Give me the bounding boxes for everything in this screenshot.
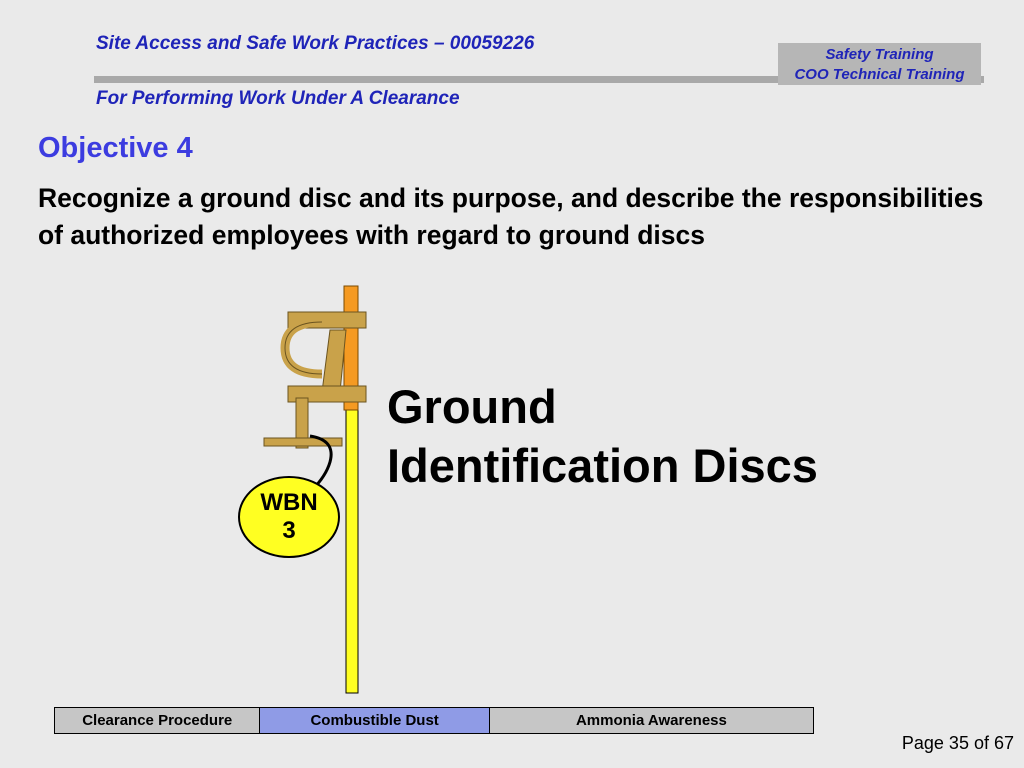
tab-ammonia-awareness[interactable]: Ammonia Awareness (488, 708, 813, 733)
disc-label-number: 3 (282, 517, 296, 544)
slide-main-title-line1: Ground (387, 380, 557, 433)
module-nav-tabs: Clearance Procedure Combustible Dust Amm… (54, 707, 814, 734)
tab-combustible-dust[interactable]: Combustible Dust (259, 708, 489, 733)
clamp-c-hook (280, 317, 323, 379)
ground-identification-disc: WBN 3 (238, 476, 340, 558)
clamp-t-handle (263, 437, 343, 447)
slide-main-title: Ground Identification Discs (387, 377, 818, 495)
tab-clearance-procedure[interactable]: Clearance Procedure (55, 708, 260, 733)
page-number: Page 35 of 67 (901, 733, 1014, 753)
slide-main-title-line2: Identification Discs (387, 439, 818, 492)
clamp-jaw (321, 329, 347, 393)
disc-label-wbn: WBN (260, 489, 318, 516)
